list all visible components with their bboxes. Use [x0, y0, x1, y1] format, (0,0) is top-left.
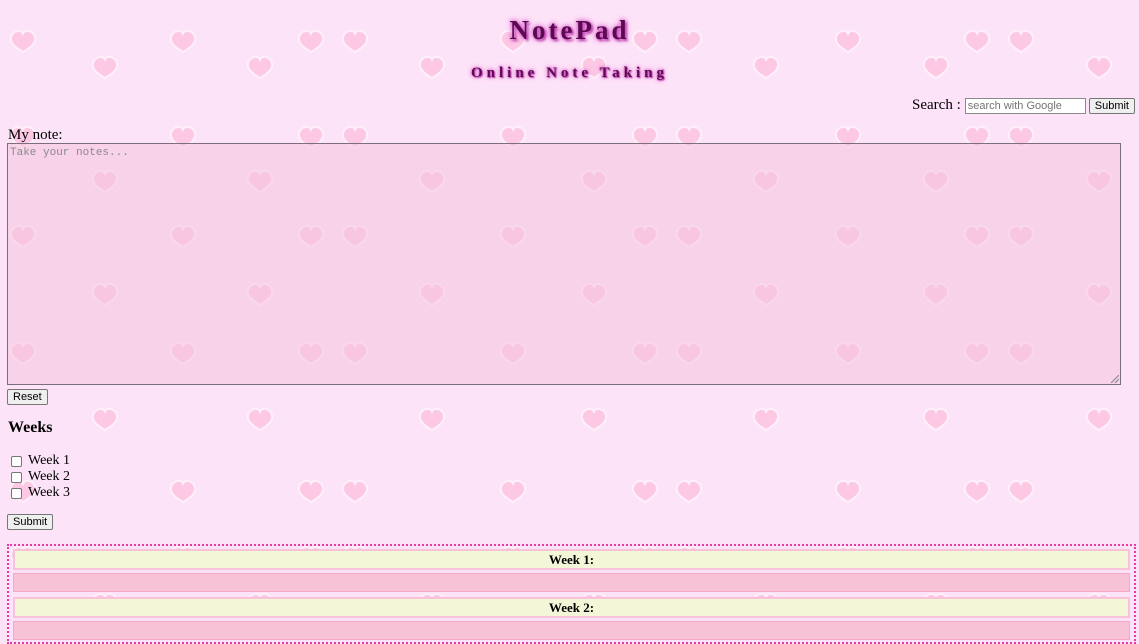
search-bar: Search : Submit	[912, 97, 1135, 114]
week-1-checkbox[interactable]	[11, 455, 22, 467]
app-subtitle: Online Note Taking	[470, 65, 669, 81]
week-1-label: Week 1	[28, 453, 71, 468]
weeks-submit-button[interactable]: Submit	[7, 514, 54, 530]
search-label: Search :	[912, 97, 961, 113]
week-2-notes	[13, 621, 1130, 640]
week-option-2: Week 2	[11, 469, 70, 485]
week-3-checkbox[interactable]	[11, 487, 22, 499]
week-2-header: Week 2:	[13, 597, 1130, 618]
app-title: NotePad	[509, 15, 630, 45]
week-1-header: Week 1:	[13, 549, 1130, 570]
note-label: My note:	[8, 127, 63, 143]
notes-board: Week 1: Week 2:	[7, 544, 1136, 644]
resize-grip-icon[interactable]	[1111, 375, 1119, 383]
week-3-label: Week 3	[28, 485, 71, 500]
note-textarea[interactable]: Take your notes...	[7, 143, 1121, 385]
search-submit-button[interactable]: Submit	[1088, 97, 1135, 114]
weeks-heading: Weeks	[8, 419, 53, 436]
week-2-checkbox[interactable]	[11, 471, 22, 483]
week-1-notes	[13, 573, 1130, 592]
note-placeholder: Take your notes...	[10, 147, 129, 159]
reset-button[interactable]: Reset	[7, 389, 48, 405]
week-option-1: Week 1	[11, 453, 70, 469]
week-2-label: Week 2	[28, 469, 71, 484]
search-input[interactable]	[964, 97, 1086, 114]
week-option-3: Week 3	[11, 485, 70, 501]
